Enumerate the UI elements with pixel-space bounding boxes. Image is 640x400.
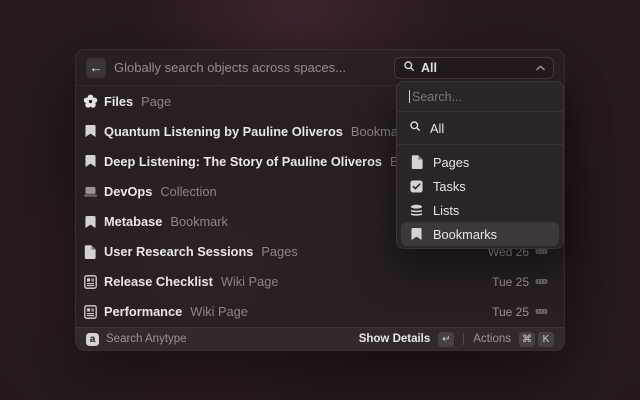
dropdown-item-pages[interactable]: Pages: [401, 150, 559, 174]
filter-dropdown-panel: Search... All Pages Tasks Lists Bookmark…: [396, 81, 564, 249]
laptop-icon: [82, 183, 98, 199]
result-title: User Research Sessions: [104, 244, 253, 259]
dropdown-item-bookmarks[interactable]: Bookmarks: [401, 222, 559, 246]
search-icon: [409, 119, 421, 137]
page-icon: [82, 244, 98, 260]
footer-bar: a Search Anytype Show Details ↵ Actions …: [76, 327, 564, 350]
back-button[interactable]: ←: [86, 58, 106, 78]
dropdown-item-label: Bookmarks: [433, 227, 497, 242]
backlinks-icon: [535, 278, 548, 285]
footer-app-label: Search Anytype: [106, 333, 187, 345]
wiki-icon: [82, 274, 98, 290]
enter-key-badge: ↵: [438, 332, 454, 347]
dropdown-item-all[interactable]: All: [397, 112, 563, 145]
result-type-label: Pages: [261, 244, 297, 259]
result-title: Performance: [104, 304, 182, 319]
cmd-key-badge: ⌘: [519, 332, 535, 347]
global-search-modal: ← Globally search objects across spaces.…: [75, 49, 565, 351]
show-details-button[interactable]: Show Details: [359, 333, 431, 345]
result-type-label: Wiki Page: [221, 274, 279, 289]
dropdown-search-placeholder: Search...: [412, 90, 462, 104]
result-date: Tue 25: [492, 305, 529, 319]
result-title: Release Checklist: [104, 274, 213, 289]
dropdown-item-label: Lists: [433, 203, 459, 218]
actions-button[interactable]: Actions: [473, 333, 511, 345]
result-title: Metabase: [104, 214, 162, 229]
list-icon: [409, 204, 424, 217]
result-row[interactable]: Performance Wiki Page Tue 25: [76, 297, 564, 327]
footer-divider: [463, 333, 464, 345]
search-icon: [403, 59, 415, 77]
global-search-input[interactable]: Globally search objects across spaces...: [114, 60, 346, 75]
filter-selected-value: All: [421, 61, 437, 75]
result-type-label: Collection: [160, 184, 216, 199]
dropdown-type-list: Pages Tasks Lists Bookmarks: [397, 145, 563, 251]
chevron-up-icon: [536, 65, 545, 71]
result-title: Files: [104, 94, 133, 109]
task-icon: [409, 180, 424, 193]
page-icon: [409, 155, 424, 169]
filter-select[interactable]: All: [394, 57, 554, 79]
text-caret: [409, 90, 410, 103]
result-type-label: Wiki Page: [190, 304, 248, 319]
result-type-label: Bookmark: [170, 214, 228, 229]
bookmark-icon: [82, 123, 98, 139]
bookmark-icon: [409, 227, 424, 241]
result-type-label: Page: [141, 94, 171, 109]
flower-icon: [82, 93, 98, 109]
result-row[interactable]: Release Checklist Wiki Page Tue 25: [76, 267, 564, 297]
result-title: Quantum Listening by Pauline Oliveros: [104, 124, 343, 139]
anytype-logo-icon: a: [86, 333, 99, 346]
dropdown-item-label: All: [430, 121, 444, 136]
bookmark-icon: [82, 214, 98, 230]
k-key-badge: K: [538, 332, 554, 347]
bookmark-icon: [82, 153, 98, 169]
dropdown-item-tasks[interactable]: Tasks: [401, 174, 559, 198]
dropdown-item-label: Tasks: [433, 179, 466, 194]
wiki-icon: [82, 304, 98, 320]
dropdown-item-label: Pages: [433, 155, 469, 170]
dropdown-item-lists[interactable]: Lists: [401, 198, 559, 222]
result-title: Deep Listening: The Story of Pauline Oli…: [104, 154, 382, 169]
dropdown-search-input[interactable]: Search...: [397, 82, 563, 112]
result-date: Tue 25: [492, 275, 529, 289]
result-title: DevOps: [104, 184, 152, 199]
backlinks-icon: [535, 308, 548, 315]
